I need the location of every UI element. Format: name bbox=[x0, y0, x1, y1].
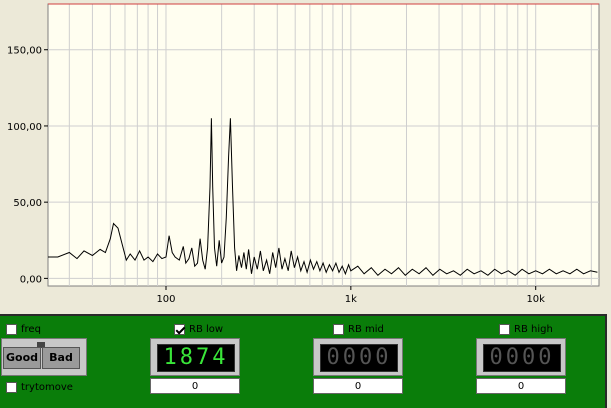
rb-low-value-field[interactable]: 0 bbox=[150, 378, 240, 394]
freq-label: freq bbox=[21, 324, 41, 335]
y-tick-label: 50,00 bbox=[13, 198, 42, 209]
good-bad-switch[interactable]: Good Bad bbox=[1, 338, 87, 376]
freq-checkbox-box[interactable] bbox=[6, 324, 17, 335]
rb-mid-checkbox[interactable]: RB mid bbox=[333, 324, 384, 335]
x-axis: 100 1k 10k bbox=[156, 286, 545, 305]
bad-button[interactable]: Bad bbox=[42, 347, 80, 369]
trytomove-label: trytomove bbox=[21, 382, 73, 393]
rb-high-checkbox[interactable]: RB high bbox=[499, 324, 553, 335]
rb-high-label: RB high bbox=[514, 324, 553, 335]
trytomove-checkbox-box[interactable] bbox=[6, 382, 17, 393]
x-tick-label: 10k bbox=[526, 294, 545, 305]
good-button[interactable]: Good bbox=[3, 347, 41, 369]
rb-high-checkbox-box[interactable] bbox=[499, 324, 510, 335]
rb-mid-value-field[interactable]: 0 bbox=[313, 378, 403, 394]
x-tick-label: 1k bbox=[345, 294, 357, 305]
rb-mid-label: RB mid bbox=[348, 324, 384, 335]
rb-low-checkbox-box[interactable] bbox=[174, 324, 185, 335]
rb-low-display: 1874 bbox=[150, 338, 240, 376]
trytomove-checkbox[interactable]: trytomove bbox=[6, 382, 73, 393]
rb-high-display: 0000 bbox=[476, 338, 566, 376]
y-tick-label: 0,00 bbox=[20, 274, 42, 285]
plot-area bbox=[47, 3, 600, 287]
rb-high-value-field[interactable]: 0 bbox=[476, 378, 566, 394]
rb-mid-checkbox-box[interactable] bbox=[333, 324, 344, 335]
rb-low-label: RB low bbox=[189, 324, 224, 335]
freq-checkbox[interactable]: freq bbox=[6, 324, 41, 335]
y-axis: 0,00 50,00 100,00 150,00 bbox=[7, 46, 48, 285]
spectrum-chart: 0,00 50,00 100,00 150,00 100 1k 10k bbox=[0, 0, 611, 310]
rb-mid-display: 0000 bbox=[313, 338, 403, 376]
rb-low-checkbox[interactable]: RB low bbox=[174, 324, 223, 335]
rb-mid-digits: 0000 bbox=[320, 344, 398, 372]
y-tick-label: 100,00 bbox=[7, 122, 42, 133]
rb-high-digits: 0000 bbox=[483, 344, 561, 372]
control-panel: freq Good Bad trytomove RB low 1874 0 RB… bbox=[0, 314, 607, 408]
rb-low-digits: 1874 bbox=[157, 344, 235, 372]
x-tick-label: 100 bbox=[156, 294, 175, 305]
y-tick-label: 150,00 bbox=[7, 46, 42, 57]
